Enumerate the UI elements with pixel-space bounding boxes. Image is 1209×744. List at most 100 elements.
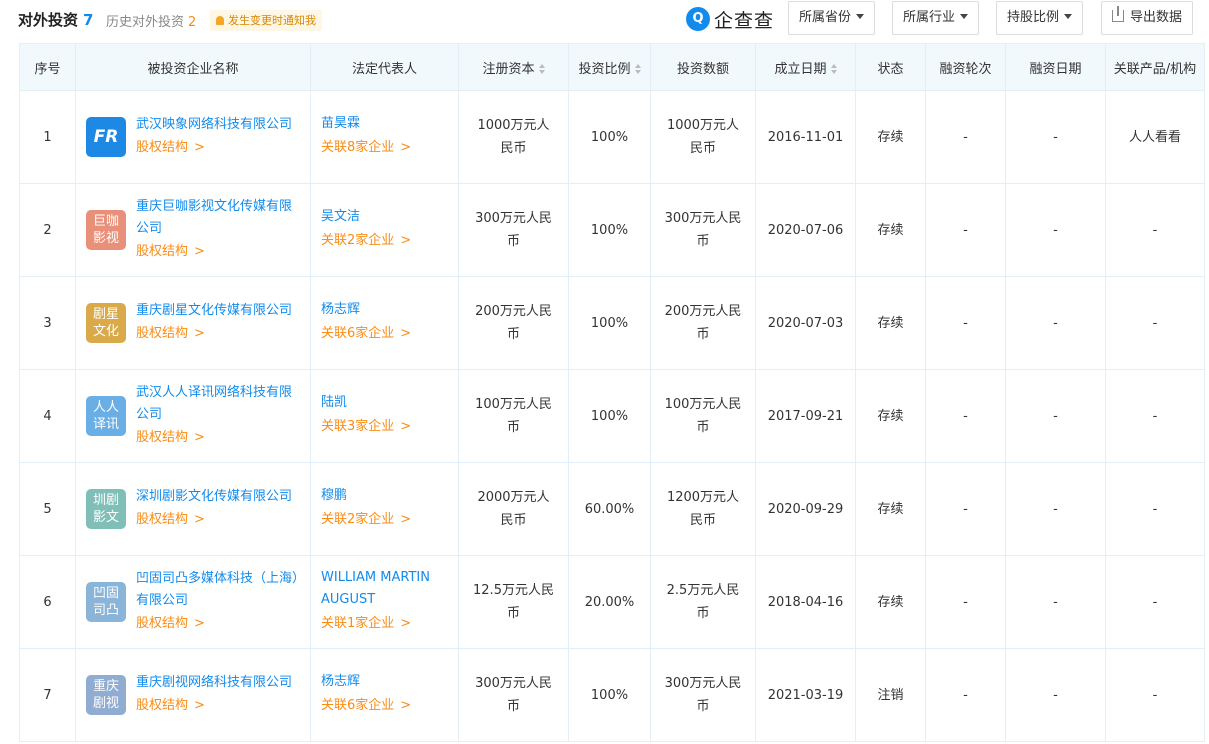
company-name-link[interactable]: 武汉人人译讯网络科技有限公司 xyxy=(136,382,300,426)
company-name-link[interactable]: 凹固司凸多媒体科技（上海）有限公司 xyxy=(136,568,300,612)
legal-rep-link[interactable]: 苗昊霖 xyxy=(321,113,448,135)
related-companies-link[interactable]: 关联2家企业 > xyxy=(321,507,448,533)
registered-capital: 300万元人民币 xyxy=(458,648,569,742)
financing-date: - xyxy=(1005,183,1106,277)
col-header-amount: 投资数额 xyxy=(650,43,756,91)
related-companies-link[interactable]: 关联2家企业 > xyxy=(321,228,448,254)
establish-date: 2020-09-29 xyxy=(755,462,856,556)
equity-structure-link[interactable]: 股权结构 > xyxy=(136,426,300,450)
company-logo[interactable]: 凹固司凸 xyxy=(86,582,126,622)
related-companies-link[interactable]: 关联1家企业 > xyxy=(321,611,448,637)
equity-structure-link[interactable]: 股权结构 > xyxy=(136,322,300,346)
financing-date: - xyxy=(1005,462,1106,556)
related-companies-link[interactable]: 关联6家企业 > xyxy=(321,321,448,347)
legal-rep-cell: 杨志辉 关联6家企业 > xyxy=(310,648,459,742)
establish-date: 2017-09-21 xyxy=(755,369,856,463)
legal-rep-link[interactable]: 吴文洁 xyxy=(321,206,448,228)
col-header-ratio[interactable]: 投资比例 xyxy=(568,43,651,91)
establish-date: 2020-07-06 xyxy=(755,183,856,277)
registered-capital: 12.5万元人民币 xyxy=(458,555,569,649)
company-logo[interactable]: 人人译讯 xyxy=(86,396,126,436)
col-header-date[interactable]: 成立日期 xyxy=(755,43,856,91)
chevron-right-icon: > xyxy=(400,512,412,527)
related-companies-label: 关联6家企业 xyxy=(321,326,395,341)
legal-rep-cell: 吴文洁 关联2家企业 > xyxy=(310,183,459,277)
company-cell: 凹固司凸 凹固司凸多媒体科技（上海）有限公司 股权结构 > xyxy=(75,555,311,649)
legal-rep-cell: 陆凯 关联3家企业 > xyxy=(310,369,459,463)
equity-structure-link[interactable]: 股权结构 > xyxy=(136,508,300,532)
row-index: 1 xyxy=(19,90,76,184)
legal-rep-link[interactable]: 杨志辉 xyxy=(321,671,448,693)
chevron-right-icon: > xyxy=(194,698,205,713)
legal-rep-link[interactable]: 穆鹏 xyxy=(321,485,448,507)
related-product: - xyxy=(1105,369,1205,463)
investment-ratio: 100% xyxy=(568,276,651,370)
filter-industry-label: 所属行业 xyxy=(903,10,956,25)
company-name-link[interactable]: 重庆剧视网络科技有限公司 xyxy=(136,672,300,694)
company-cell: 剧星文化 重庆剧星文化传媒有限公司 股权结构 > xyxy=(75,276,311,370)
col-header-fund-date: 融资日期 xyxy=(1005,43,1106,91)
chevron-right-icon: > xyxy=(400,140,412,155)
legal-rep-link[interactable]: WILLIAM MARTIN AUGUST xyxy=(321,567,448,611)
company-name-link[interactable]: 重庆巨咖影视文化传媒有限公司 xyxy=(136,196,300,240)
legal-rep-link[interactable]: 陆凯 xyxy=(321,392,448,414)
filter-share-ratio-dropdown[interactable]: 持股比例 xyxy=(996,1,1084,35)
chevron-right-icon: > xyxy=(400,326,412,341)
notify-on-change-button[interactable]: 发生变更时通知我 xyxy=(210,10,322,31)
related-companies-link[interactable]: 关联3家企业 > xyxy=(321,414,448,440)
company-logo[interactable]: 重庆剧视 xyxy=(86,675,126,715)
related-companies-label: 关联2家企业 xyxy=(321,512,395,527)
export-data-button[interactable]: 导出数据 xyxy=(1101,1,1194,35)
table-header-row: 序号 被投资企业名称 法定代表人 注册资本 投资比例 投资数额 成立日期 状态 … xyxy=(19,43,1205,91)
legal-rep-link[interactable]: 杨志辉 xyxy=(321,299,448,321)
section-title-count: 7 xyxy=(83,11,94,29)
company-logo[interactable]: FR xyxy=(86,117,126,157)
related-product[interactable]: 人人看看 xyxy=(1105,90,1205,184)
registered-capital: 100万元人民币 xyxy=(458,369,569,463)
company-logo[interactable]: 巨咖影视 xyxy=(86,210,126,250)
row-index: 4 xyxy=(19,369,76,463)
chevron-right-icon: > xyxy=(400,616,412,631)
company-name-link[interactable]: 武汉映象网络科技有限公司 xyxy=(136,114,300,136)
qichacha-logo-icon: Q xyxy=(686,7,710,31)
status-badge: 存续 xyxy=(855,462,926,556)
export-data-label: 导出数据 xyxy=(1130,10,1183,25)
equity-structure-link[interactable]: 股权结构 > xyxy=(136,612,300,636)
sort-icon xyxy=(634,63,641,74)
equity-structure-label: 股权结构 xyxy=(136,512,189,527)
chevron-right-icon: > xyxy=(194,140,205,155)
equity-structure-link[interactable]: 股权结构 > xyxy=(136,240,300,264)
investment-amount: 300万元人民币 xyxy=(650,183,756,277)
col-header-capital[interactable]: 注册资本 xyxy=(458,43,569,91)
filter-share-ratio-label: 持股比例 xyxy=(1007,10,1060,25)
investment-amount: 200万元人民币 xyxy=(650,276,756,370)
row-index: 7 xyxy=(19,648,76,742)
filter-province-dropdown[interactable]: 所属省份 xyxy=(788,1,876,35)
registered-capital: 2000万元人民币 xyxy=(458,462,569,556)
equity-structure-link[interactable]: 股权结构 > xyxy=(136,694,300,718)
status-badge: 存续 xyxy=(855,183,926,277)
company-logo[interactable]: 剧星文化 xyxy=(86,303,126,343)
company-name-link[interactable]: 深圳剧影文化传媒有限公司 xyxy=(136,486,300,508)
registered-capital: 300万元人民币 xyxy=(458,183,569,277)
equity-structure-label: 股权结构 xyxy=(136,244,189,259)
establish-date: 2018-04-16 xyxy=(755,555,856,649)
legal-rep-cell: 苗昊霖 关联8家企业 > xyxy=(310,90,459,184)
registered-capital: 1000万元人民币 xyxy=(458,90,569,184)
financing-date: - xyxy=(1005,555,1106,649)
company-name-link[interactable]: 重庆剧星文化传媒有限公司 xyxy=(136,300,300,322)
history-investments-link[interactable]: 历史对外投资 2 xyxy=(106,11,196,30)
company-cell: 重庆剧视 重庆剧视网络科技有限公司 股权结构 > xyxy=(75,648,311,742)
company-logo[interactable]: 圳剧影文 xyxy=(86,489,126,529)
filter-industry-dropdown[interactable]: 所属行业 xyxy=(892,1,980,35)
related-companies-link[interactable]: 关联8家企业 > xyxy=(321,135,448,161)
status-badge: 存续 xyxy=(855,90,926,184)
related-companies-link[interactable]: 关联6家企业 > xyxy=(321,693,448,719)
notify-label: 发生变更时通知我 xyxy=(228,14,316,27)
qichacha-logo-text: 企查查 xyxy=(714,9,775,32)
equity-structure-link[interactable]: 股权结构 > xyxy=(136,136,300,160)
row-index: 2 xyxy=(19,183,76,277)
table-row: 4 人人译讯 武汉人人译讯网络科技有限公司 股权结构 > 陆凯 关联3家企业 >100万元人民… xyxy=(19,369,1205,463)
investment-amount: 1200万元人民币 xyxy=(650,462,756,556)
section-header: 对外投资 7 历史对外投资 2 发生变更时通知我 Q 企查查 所属省份 所属行业 持… xyxy=(0,0,1209,40)
